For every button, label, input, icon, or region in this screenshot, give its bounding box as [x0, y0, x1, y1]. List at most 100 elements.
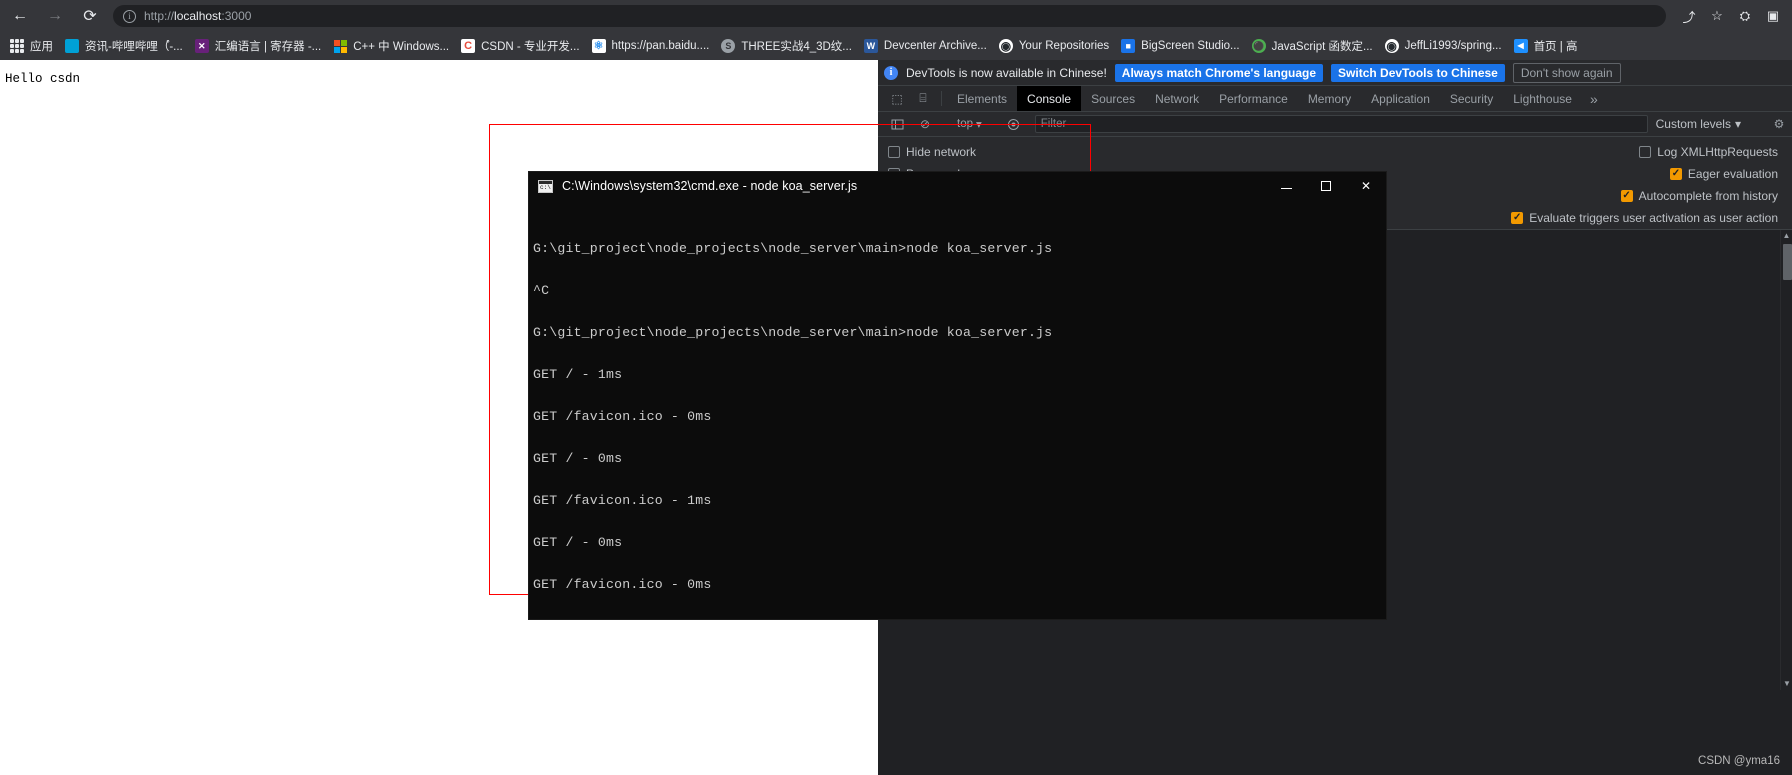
toolbar-divider	[941, 91, 942, 106]
setting-log-xmlhttprequests[interactable]: Log XMLHttpRequests	[1639, 145, 1778, 159]
bookmark-item-jeffli-spring[interactable]: ◉ JeffLi1993/spring...	[1381, 35, 1510, 57]
always-match-language-button[interactable]: Always match Chrome's language	[1114, 63, 1324, 82]
bookmark-item-devcenter[interactable]: W Devcenter Archive...	[860, 35, 995, 57]
address-bar[interactable]: i http://localhost:3000	[113, 5, 1666, 27]
bookmark-label: 应用	[30, 41, 53, 53]
reload-button[interactable]: ⟳	[75, 1, 105, 31]
checkbox[interactable]	[888, 146, 900, 158]
bookmark-label: CSDN - 专业开发...	[481, 41, 580, 53]
setting-autocomplete-from-history[interactable]: ✓ Autocomplete from history	[1620, 189, 1778, 203]
cmd-console-icon	[538, 179, 553, 193]
setting-label: Autocomplete from history	[1638, 189, 1778, 203]
bookmark-item-cpp-windows[interactable]: C++ 中 Windows...	[329, 35, 457, 57]
arrow-left-icon: ←	[12, 7, 28, 24]
forward-button[interactable]: →	[40, 1, 70, 31]
checkbox[interactable]: ✓	[1669, 168, 1682, 180]
scroll-up-arrow-icon[interactable]: ▲	[1781, 230, 1792, 242]
setting-evaluate-triggers-user-activation[interactable]: ✓ Evaluate triggers user activation as u…	[1511, 211, 1778, 225]
apps-grid-icon	[10, 39, 24, 53]
word-icon: W	[863, 39, 878, 53]
github-icon: ◉	[998, 39, 1013, 53]
console-filter-input[interactable]: Filter	[1034, 115, 1648, 133]
levels-label: Custom levels	[1655, 117, 1731, 131]
profile-icon[interactable]: ▣	[1760, 3, 1786, 29]
console-scrollbar[interactable]: ▲ ▼	[1780, 230, 1792, 690]
bookmark-item-assembly[interactable]: ✕ 汇编语言 | 寄存器 -...	[191, 35, 330, 57]
cmd-window-controls: ✕	[1266, 172, 1386, 200]
watermark: CSDN @yma16	[1698, 755, 1780, 767]
bookmark-label: BigScreen Studio...	[1141, 40, 1240, 52]
execution-context-selector[interactable]: top ▾	[953, 117, 986, 131]
scrollbar-thumb[interactable]	[1782, 244, 1792, 280]
cmd-line: G:\git_project\node_projects\node_server…	[533, 325, 1053, 340]
bookmark-item-bilibili[interactable]: 资讯-哔哩哔哩（゚-...	[61, 35, 191, 57]
minimize-button[interactable]	[1266, 172, 1306, 200]
console-settings-gear-icon[interactable]: ⚙	[1766, 117, 1792, 131]
setting-label: Evaluate triggers user activation as use…	[1529, 211, 1778, 225]
cmd-window[interactable]: C:\Windows\system32\cmd.exe - node koa_s…	[529, 172, 1386, 619]
live-expression-icon[interactable]	[1001, 118, 1027, 131]
setting-hide-network[interactable]: Hide network	[888, 145, 976, 159]
devtools-language-banner: i DevTools is now available in Chinese! …	[878, 60, 1792, 86]
tab-memory[interactable]: Memory	[1298, 86, 1361, 111]
address-bar-url: http://localhost:3000	[144, 9, 252, 23]
settings-row: Hide network Log XMLHttpRequests	[878, 141, 1792, 163]
checkbox[interactable]	[1639, 146, 1652, 158]
tab-security[interactable]: Security	[1440, 86, 1503, 111]
checkbox[interactable]: ✓	[1620, 190, 1633, 202]
tab-network[interactable]: Network	[1145, 86, 1209, 111]
cmd-line: GET / - 0ms	[533, 535, 623, 550]
reload-icon: ⟳	[83, 8, 97, 25]
filter-placeholder: Filter	[1040, 118, 1067, 130]
bookmark-item-javascript-func[interactable]: ⚫ JavaScript 函数定...	[1248, 35, 1381, 57]
bookmark-item-apps[interactable]: 应用	[6, 35, 61, 57]
bookmark-item-bigscreen-studio[interactable]: ■ BigScreen Studio...	[1117, 35, 1247, 57]
clear-console-icon[interactable]: ⊘	[912, 117, 938, 131]
tab-application[interactable]: Application	[1361, 86, 1440, 111]
cmd-window-title: C:\Windows\system32\cmd.exe - node koa_s…	[562, 179, 858, 193]
site-info-icon[interactable]: i	[123, 9, 136, 23]
tab-performance[interactable]: Performance	[1209, 86, 1298, 111]
cmd-line: GET /favicon.ico - 0ms	[533, 409, 712, 424]
bookmark-item-csdn[interactable]: C CSDN - 专业开发...	[457, 35, 587, 57]
extensions-puzzle-icon[interactable]: ⛭	[1732, 3, 1758, 29]
tab-sources[interactable]: Sources	[1081, 86, 1145, 111]
bookmark-label: C++ 中 Windows...	[353, 41, 450, 53]
scroll-down-arrow-icon[interactable]: ▼	[1781, 678, 1792, 690]
setting-eager-evaluation[interactable]: ✓ Eager evaluation	[1669, 167, 1778, 181]
bookmark-label: Devcenter Archive...	[883, 40, 987, 52]
back-button[interactable]: ←	[5, 1, 35, 31]
share-icon[interactable]: ⤴	[1676, 3, 1702, 29]
dont-show-again-button[interactable]: Don't show again	[1512, 62, 1621, 83]
bookmarks-bar: 应用 资讯-哔哩哔哩（゚-... ✕ 汇编语言 | 寄存器 -... C++ 中…	[0, 32, 1792, 60]
cmd-title-bar[interactable]: C:\Windows\system32\cmd.exe - node koa_s…	[529, 172, 1386, 200]
bookmark-item-three-3d[interactable]: S THREE实战4_3D纹...	[717, 35, 860, 57]
tab-elements[interactable]: Elements	[947, 86, 1017, 111]
setting-label: Log XMLHttpRequests	[1657, 145, 1778, 159]
more-tabs-icon[interactable]: »	[1582, 86, 1606, 111]
bookmark-item-your-repositories[interactable]: ◉ Your Repositories	[995, 35, 1117, 57]
chevron-down-icon: ▾	[976, 119, 982, 131]
bookmark-item-homepage[interactable]: ◀ 首页 | 高	[1510, 35, 1586, 57]
log-levels-selector[interactable]: Custom levels ▾	[1656, 117, 1751, 131]
baidu-pan-icon: ⚛	[591, 39, 606, 53]
blue-arrow-icon: ◀	[1513, 39, 1528, 53]
runoob-icon: ⚫	[1251, 39, 1266, 53]
console-sidebar-icon[interactable]	[884, 118, 910, 131]
inspect-element-icon[interactable]: ⬚	[884, 86, 910, 111]
tab-console[interactable]: Console	[1017, 86, 1082, 111]
maximize-button[interactable]	[1306, 172, 1346, 200]
cmd-line: ^C	[533, 283, 550, 298]
bookmark-item-baidu-pan[interactable]: ⚛ https://pan.baidu....	[588, 35, 718, 57]
device-toolbar-icon[interactable]: ⌸	[910, 86, 936, 111]
bookmark-star-icon[interactable]: ☆	[1704, 3, 1730, 29]
arrow-right-icon: →	[47, 7, 63, 24]
checkbox[interactable]: ✓	[1511, 212, 1524, 224]
close-button[interactable]: ✕	[1346, 172, 1386, 200]
chevron-down-icon: ▾	[1734, 117, 1741, 131]
cmd-console-output[interactable]: G:\git_project\node_projects\node_server…	[529, 200, 1386, 619]
bookmark-label: 汇编语言 | 寄存器 -...	[214, 41, 322, 53]
bilibili-icon	[65, 39, 79, 53]
tab-lighthouse[interactable]: Lighthouse	[1503, 86, 1582, 111]
switch-devtools-language-button[interactable]: Switch DevTools to Chinese	[1331, 63, 1505, 82]
